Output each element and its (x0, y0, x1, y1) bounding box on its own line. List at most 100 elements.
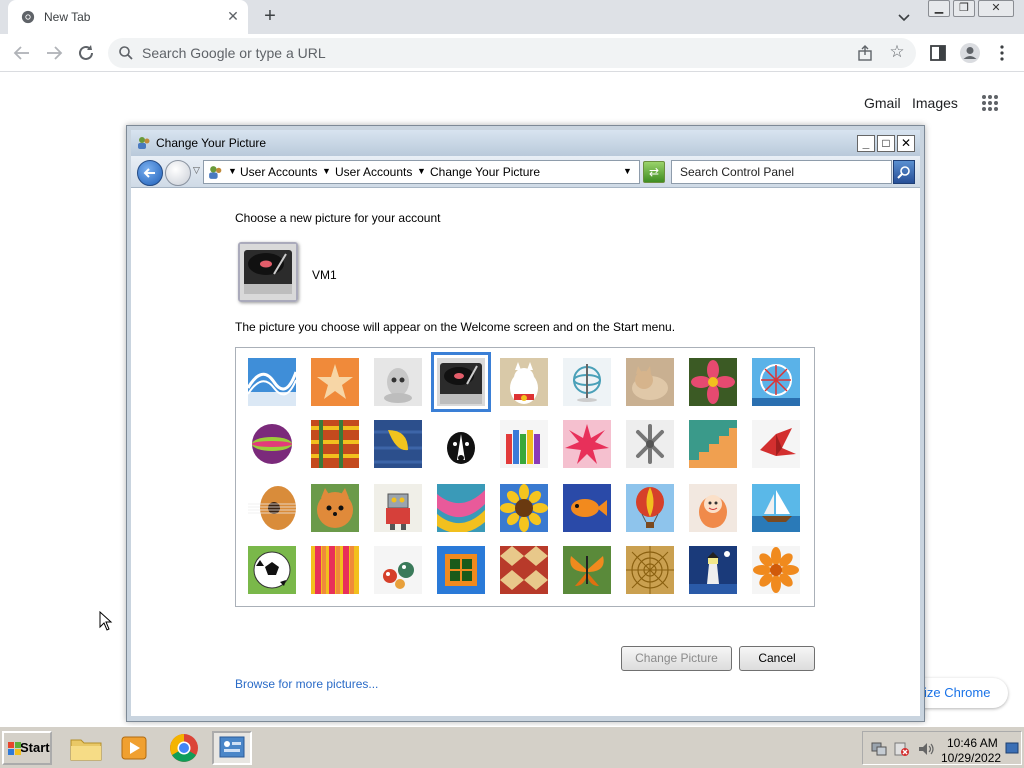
picture-option-stripes[interactable] (311, 546, 359, 594)
search-icon (119, 46, 133, 60)
new-tab-button[interactable]: + (258, 5, 282, 29)
picture-option-tropical-fish[interactable] (563, 484, 611, 532)
refresh-icon[interactable]: ⇄ (643, 161, 665, 183)
starfish-icon (311, 358, 359, 406)
start-button[interactable]: Start (2, 731, 52, 765)
dialog-forward-button[interactable] (165, 160, 191, 186)
images-link[interactable]: Images (912, 95, 958, 111)
picture-option-crayons[interactable] (500, 420, 548, 468)
clock-time[interactable]: 10:46 AM (947, 736, 998, 750)
side-panel-icon[interactable] (929, 44, 947, 62)
picture-option-rollercoaster[interactable] (246, 358, 298, 406)
tropical-fish-icon (563, 484, 611, 532)
picture-option-turntable[interactable] (431, 352, 491, 412)
crayons-icon (500, 420, 548, 468)
chrome-taskbar-button[interactable] (164, 731, 204, 765)
picture-option-lucky-cat[interactable] (500, 358, 548, 406)
breadcrumb-arrow-icon[interactable]: ▼ (417, 166, 426, 176)
windows-logo-icon (8, 742, 21, 755)
breadcrumb[interactable]: ▼ User Accounts ▼ User Accounts ▼ Change… (203, 160, 640, 184)
reload-icon[interactable] (74, 41, 98, 65)
picture-option-gyroscope[interactable] (563, 358, 611, 406)
profile-avatar-icon[interactable] (959, 42, 981, 64)
picture-option-marbles[interactable] (374, 546, 422, 594)
account-name: VM1 (312, 268, 337, 282)
picture-option-pomeranian[interactable] (311, 484, 359, 532)
dialog-back-button[interactable] (137, 160, 163, 186)
picture-option-flower-pink[interactable] (689, 358, 737, 406)
gmail-link[interactable]: Gmail (864, 95, 901, 111)
picture-option-wicker[interactable] (626, 546, 674, 594)
tab-search-chevron-icon[interactable] (893, 6, 915, 28)
clock-date[interactable]: 10/29/2022 (941, 751, 1001, 765)
show-desktop-icon[interactable] (1005, 740, 1019, 758)
lighthouse-icon (689, 546, 737, 594)
star-flower-icon (563, 420, 611, 468)
forward-arrow-icon[interactable] (42, 41, 66, 65)
breadcrumb-item[interactable]: Change Your Picture (430, 165, 540, 179)
picture-option-starfish[interactable] (311, 358, 359, 406)
search-button[interactable] (893, 160, 915, 184)
picture-option-origami-crane[interactable] (752, 420, 800, 468)
picture-option-window[interactable] (437, 546, 485, 594)
picture-option-toy-robot[interactable] (374, 484, 422, 532)
picture-option-lighthouse[interactable] (689, 546, 737, 594)
history-dropdown-icon[interactable]: ▽ (193, 165, 200, 176)
share-icon[interactable] (856, 44, 874, 62)
hot-air-balloon-icon (626, 484, 674, 532)
picture-option-leaf[interactable] (374, 420, 422, 468)
close-window-button[interactable]: ✕ (978, 0, 1014, 17)
breadcrumb-item[interactable]: User Accounts (335, 165, 412, 179)
cancel-button[interactable]: Cancel (739, 646, 815, 671)
picture-option-jacks[interactable] (626, 420, 674, 468)
search-icon (897, 166, 910, 179)
picture-option-sunflower[interactable] (500, 484, 548, 532)
minimize-window-button[interactable]: ▁ (928, 0, 950, 17)
back-arrow-icon[interactable] (10, 41, 34, 65)
tab-close-icon[interactable]: ✕ (224, 7, 242, 25)
dialog-close-button[interactable]: ✕ (897, 135, 915, 152)
search-control-panel-input[interactable]: Search Control Panel (671, 160, 892, 184)
restore-window-button[interactable]: ❐ (953, 0, 975, 17)
picture-option-doll[interactable] (689, 484, 737, 532)
lucky-cat-icon (500, 358, 548, 406)
picture-option-ferris-wheel[interactable] (752, 358, 800, 406)
breadcrumb-arrow-icon[interactable]: ▼ (322, 166, 331, 176)
bookmark-star-icon[interactable]: ☆ (887, 42, 907, 62)
picture-option-sailboat[interactable] (752, 484, 800, 532)
picture-option-orange-flower[interactable] (752, 546, 800, 594)
picture-option-stairs[interactable] (689, 420, 737, 468)
dialog-minimize-button[interactable]: _ (857, 135, 875, 152)
picture-option-ball[interactable] (248, 420, 296, 468)
media-player-taskbar-button[interactable] (114, 731, 154, 765)
dialog-titlebar[interactable]: Change Your Picture _ □ ✕ (131, 130, 920, 156)
google-apps-icon[interactable] (981, 94, 999, 112)
network-icon[interactable] (871, 741, 887, 757)
file-explorer-taskbar-button[interactable] (66, 731, 106, 765)
picture-option-soccer-ball[interactable] (248, 546, 296, 594)
picture-option-scarf[interactable] (437, 484, 485, 534)
butterfly-icon (563, 546, 611, 594)
ferris-wheel-icon (752, 358, 800, 406)
browse-more-pictures-link[interactable]: Browse for more pictures... (235, 677, 378, 691)
control-panel-taskbar-button[interactable] (212, 731, 252, 765)
dialog-maximize-button[interactable]: □ (877, 135, 895, 152)
picture-option-hot-air-balloon[interactable] (626, 484, 674, 532)
chrome-menu-icon[interactable] (993, 44, 1011, 62)
address-dropdown-icon[interactable]: ▼ (623, 166, 632, 176)
volume-icon[interactable] (917, 741, 935, 757)
change-picture-button[interactable]: Change Picture (621, 646, 732, 671)
picture-option-border-collie[interactable] (437, 420, 485, 468)
picture-option-kitten[interactable] (626, 358, 674, 406)
picture-option-butterfly[interactable] (563, 546, 611, 594)
breadcrumb-item[interactable]: User Accounts (240, 165, 317, 179)
omnibox[interactable]: Search Google or type a URL ☆ (108, 38, 916, 68)
breadcrumb-arrow-icon[interactable]: ▼ (228, 166, 237, 176)
picture-option-rug[interactable] (500, 546, 548, 594)
picture-option-guitar[interactable] (248, 484, 296, 532)
picture-option-robot-dog[interactable] (374, 358, 422, 406)
picture-option-fabric[interactable] (311, 420, 359, 468)
security-warning-icon[interactable] (894, 741, 910, 757)
tab-new-tab[interactable]: New Tab ✕ (8, 0, 248, 34)
picture-option-star-flower[interactable] (563, 420, 611, 468)
